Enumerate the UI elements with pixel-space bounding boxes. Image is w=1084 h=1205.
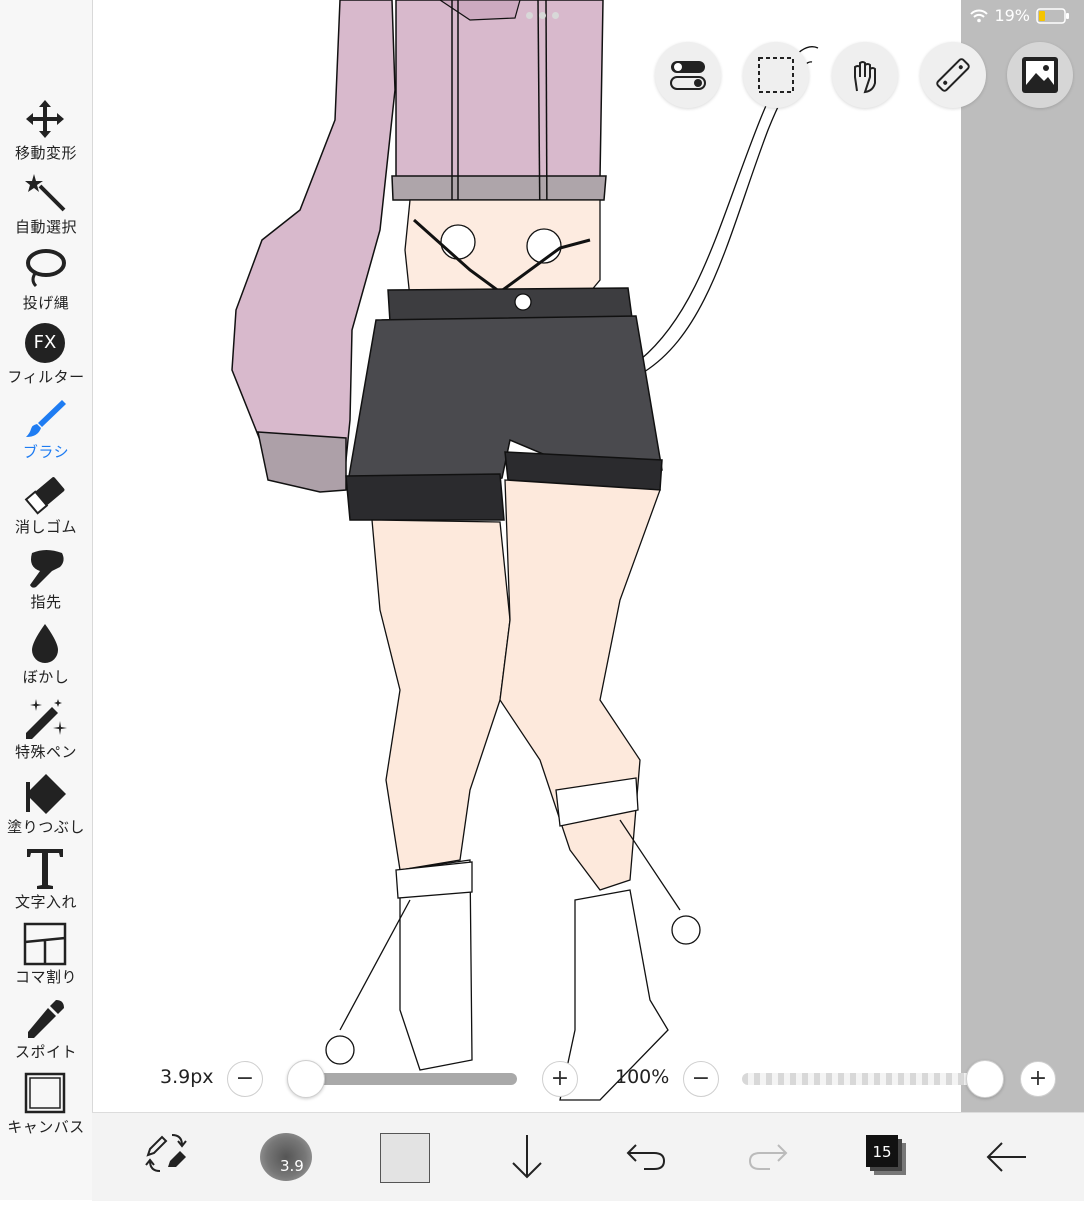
tool-label: キャンバス <box>7 1118 85 1136</box>
tool-special-pen[interactable]: 特殊ペン <box>0 697 92 769</box>
bottom-toolbar: 3.9 15 <box>92 1112 1084 1201</box>
status-bar: 19% <box>970 6 1070 25</box>
text-icon <box>27 849 63 889</box>
artwork <box>231 0 819 1101</box>
tool-smudge[interactable]: 指先 <box>0 547 92 619</box>
layer-count: 15 <box>872 1143 892 1161</box>
lasso-icon <box>26 249 66 288</box>
opacity-value: 100% <box>615 1066 670 1088</box>
brush-preview-button[interactable]: 3.9 <box>258 1113 314 1201</box>
color-swatch-icon <box>380 1133 430 1183</box>
tool-label: 特殊ペン <box>14 743 77 761</box>
canvas-outside-area <box>961 0 1084 1112</box>
tool-label: 文字入れ <box>14 893 77 911</box>
brush-size-slider-thumb[interactable] <box>287 1060 325 1098</box>
eraser-icon <box>24 477 65 515</box>
tool-move-transform[interactable]: 移動変形 <box>0 98 92 170</box>
brush-size-plus-button[interactable]: + <box>542 1061 578 1097</box>
tool-label: 塗りつぶし <box>7 818 85 836</box>
tool-panel: 移動変形 自動選択 投げ縄 FX フィルター ブラシ 消しゴム 指先 ぼかし 特… <box>0 0 93 1200</box>
tool-label: 自動選択 <box>14 218 77 236</box>
redo-icon <box>748 1144 788 1170</box>
fx-text: FX <box>33 332 57 353</box>
tool-label: ブラシ <box>22 443 70 461</box>
swap-pen-eraser-icon <box>145 1134 187 1172</box>
ruler-icon <box>936 58 970 92</box>
multitask-dots[interactable] <box>526 12 559 19</box>
tool-label: スポイト <box>14 1043 77 1061</box>
tool-label: ぼかし <box>22 668 70 686</box>
tool-brush[interactable]: ブラシ <box>0 397 92 469</box>
swap-pen-eraser-button[interactable] <box>142 1113 192 1201</box>
toggle-icon <box>670 61 706 90</box>
tool-fill[interactable]: 塗りつぶし <box>0 772 92 844</box>
magic-wand-icon <box>25 174 66 212</box>
tool-label: 投げ縄 <box>22 294 70 312</box>
layer-image-button[interactable] <box>1007 42 1073 108</box>
tool-eraser[interactable]: 消しゴム <box>0 472 92 544</box>
download-arrow-icon <box>512 1135 542 1179</box>
special-pen-icon <box>26 699 67 739</box>
selection-button[interactable] <box>743 42 809 108</box>
toggle-button[interactable] <box>655 42 721 108</box>
fill-bucket-icon <box>26 774 66 814</box>
tool-eyedropper[interactable]: スポイト <box>0 997 92 1069</box>
redo-button[interactable] <box>746 1113 790 1201</box>
tool-label: コマ割り <box>14 968 77 986</box>
gesture-hand-icon <box>854 61 876 94</box>
undo-icon <box>626 1144 666 1170</box>
opacity-slider[interactable] <box>742 1073 980 1085</box>
tool-frame-divider[interactable]: コマ割り <box>0 922 92 994</box>
tool-filter[interactable]: FX フィルター <box>0 322 92 394</box>
canvas-icon <box>24 1072 66 1114</box>
tool-text[interactable]: 文字入れ <box>0 847 92 919</box>
brush-icon <box>26 400 66 437</box>
download-button[interactable] <box>507 1113 547 1201</box>
move-transform-icon <box>26 100 64 138</box>
brush-size-slider[interactable] <box>305 1073 517 1085</box>
back-arrow-icon <box>986 1142 1026 1172</box>
eyedropper-icon <box>28 1000 64 1038</box>
tool-label: 消しゴム <box>14 518 77 536</box>
tool-label: 指先 <box>30 593 62 611</box>
gesture-button[interactable] <box>832 42 898 108</box>
tool-label: フィルター <box>7 368 85 386</box>
opacity-plus-button[interactable]: + <box>1020 1061 1056 1097</box>
brush-size-value: 3.9px <box>160 1066 214 1088</box>
color-swatch-button[interactable] <box>380 1113 432 1201</box>
drawing-canvas[interactable] <box>92 0 961 1112</box>
brush-preview-label: 3.9 <box>280 1157 304 1175</box>
finger-smudge-icon <box>30 550 64 588</box>
back-button[interactable] <box>982 1113 1032 1201</box>
tool-lasso[interactable]: 投げ縄 <box>0 248 92 320</box>
opacity-slider-thumb[interactable] <box>966 1060 1004 1098</box>
ruler-button[interactable] <box>920 42 986 108</box>
brush-size-minus-button[interactable]: − <box>227 1061 263 1097</box>
blur-drop-icon <box>32 624 58 663</box>
layers-button[interactable]: 15 <box>864 1113 910 1201</box>
selection-icon <box>758 57 794 93</box>
opacity-minus-button[interactable]: − <box>683 1061 719 1097</box>
wifi-icon <box>970 9 989 22</box>
tool-canvas[interactable]: キャンバス <box>0 1072 92 1144</box>
battery-percent: 19% <box>994 6 1030 25</box>
tool-label: 移動変形 <box>14 144 77 162</box>
tool-blur[interactable]: ぼかし <box>0 622 92 694</box>
frame-divider-icon <box>23 922 67 966</box>
tool-magic-wand[interactable]: 自動選択 <box>0 172 92 244</box>
undo-button[interactable] <box>624 1113 668 1201</box>
layer-image-icon <box>1022 57 1058 93</box>
battery-icon <box>1036 7 1069 24</box>
